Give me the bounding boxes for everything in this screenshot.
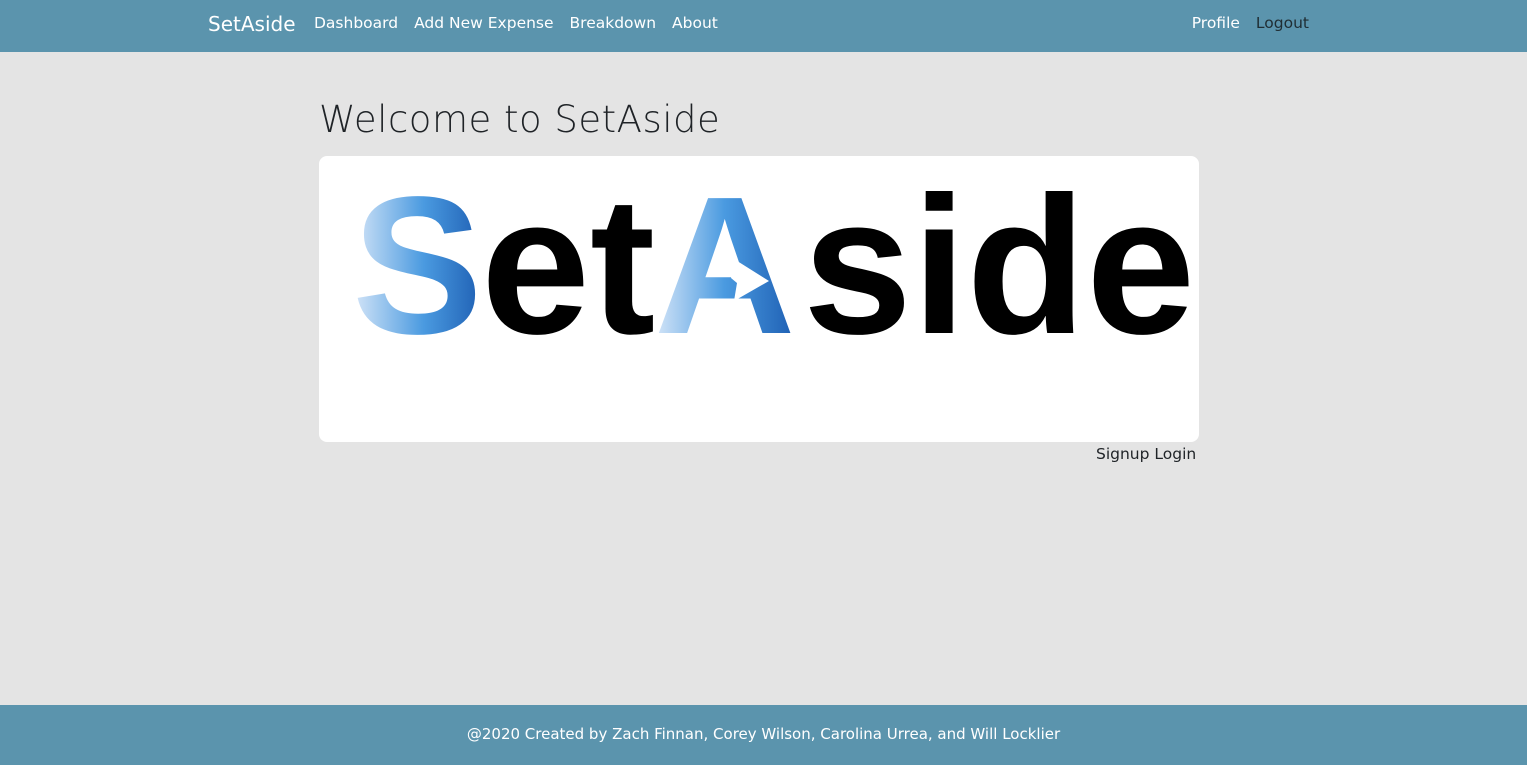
nav-right-group: Profile Logout [1192, 14, 1309, 32]
nav-link-breakdown[interactable]: Breakdown [570, 14, 657, 32]
nav-link-about[interactable]: About [672, 14, 718, 32]
nav-link-add-new-expense[interactable]: Add New Expense [414, 14, 553, 32]
setaside-logo: S et A side [352, 156, 1195, 375]
nav-link-profile[interactable]: Profile [1192, 14, 1240, 32]
nav-link-dashboard[interactable]: Dashboard [314, 14, 398, 32]
logo-letter-a: A [654, 156, 796, 375]
logo-letters-et: et [481, 156, 655, 375]
auth-links: Signup Login [1096, 445, 1196, 463]
page-title: Welcome to SetAside [319, 98, 721, 141]
nav-link-logout[interactable]: Logout [1256, 14, 1309, 32]
logo-letters-side: side [803, 156, 1195, 375]
signup-link[interactable]: Signup [1096, 445, 1149, 463]
footer-credits: @2020 Created by Zach Finnan, Corey Wils… [466, 725, 1061, 743]
login-link[interactable]: Login [1154, 445, 1196, 463]
footer: @2020 Created by Zach Finnan, Corey Wils… [0, 705, 1527, 765]
logo-letter-s: S [352, 156, 483, 375]
brand-link[interactable]: SetAside [208, 12, 296, 36]
nav-left-group: Dashboard Add New Expense Breakdown Abou… [314, 14, 718, 32]
logo-card: S et A side [319, 156, 1199, 442]
top-navbar: SetAside Dashboard Add New Expense Break… [0, 0, 1527, 52]
